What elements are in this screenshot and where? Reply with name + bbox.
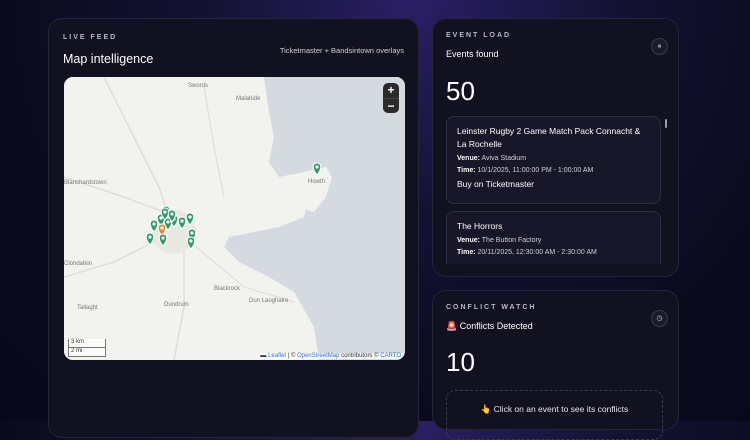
- buy-ticketmaster-link[interactable]: Buy on Ticketmaster: [457, 179, 650, 189]
- map-title: Map intelligence: [63, 52, 154, 66]
- conflict-watch-panel: CONFLICT WATCH 🚨 Conflicts Detected ◷ 10…: [432, 290, 679, 440]
- conflict-eyebrow: CONFLICT WATCH: [446, 304, 537, 311]
- event-item[interactable]: Leinster Rugby 2 Game Match Pack Connach…: [446, 116, 661, 204]
- map-pins: [145, 162, 322, 250]
- event-time: Time: 10/1/2025, 11:00:00 PM - 1:00:00 A…: [457, 167, 594, 174]
- osm-link[interactable]: OpenStreetMap: [297, 353, 339, 359]
- event-marker-icon[interactable]: [145, 232, 155, 246]
- leaflet-link[interactable]: Leaflet: [268, 353, 286, 359]
- event-load-panel: EVENT LOAD Events found ⏸ 50 Leinster Ru…: [432, 18, 679, 277]
- event-name: Leinster Rugby 2 Game Match Pack Connach…: [457, 126, 641, 149]
- event-name: The Horrors: [457, 221, 503, 231]
- event-title: Events found: [446, 49, 499, 59]
- flag-icon: ▬: [260, 353, 267, 359]
- zoom-in-button[interactable]: +: [383, 83, 399, 98]
- scale-km: 3 km: [68, 339, 106, 348]
- event-time: Time: 20/11/2025, 12:30:00 AM - 2:30:00 …: [457, 249, 597, 256]
- event-marker-icon[interactable]: [186, 236, 196, 250]
- event-marker-icon[interactable]: [312, 162, 322, 176]
- clock-icon[interactable]: ◷: [651, 310, 668, 327]
- conflict-hint: 👆 Click on an event to see its conflicts: [446, 390, 663, 440]
- event-venue: Venue: The Button Factory: [457, 237, 542, 244]
- event-list-scrollbar[interactable]: [665, 119, 667, 128]
- carto-link[interactable]: CARTO: [380, 353, 401, 359]
- event-item[interactable]: The Horrors Venue: The Button Factory Ti…: [446, 211, 661, 264]
- zoom-out-button[interactable]: −: [383, 98, 399, 114]
- event-marker-icon[interactable]: [177, 216, 187, 230]
- event-marker-icon[interactable]: [149, 219, 159, 233]
- map-eyebrow: LIVE FEED: [63, 34, 118, 41]
- attribution-text: contributors ©: [339, 353, 381, 359]
- map-panel: LIVE FEED Map intelligence Ticketmaster …: [48, 18, 419, 438]
- map-attribution: ▬ Leaflet | © OpenStreetMap contributors…: [258, 353, 403, 359]
- event-eyebrow: EVENT LOAD: [446, 32, 512, 39]
- pause-icon[interactable]: ⏸: [651, 38, 668, 55]
- conflict-title: 🚨 Conflicts Detected: [446, 321, 533, 331]
- event-marker-icon[interactable]: [158, 233, 168, 247]
- map-canvas[interactable]: Swords Malahide Howth Clondalkin Blackro…: [64, 77, 405, 360]
- scale-mi: 2 mi: [68, 348, 106, 357]
- event-venue: Venue: Aviva Stadium: [457, 155, 527, 162]
- conflict-count: 10: [446, 347, 475, 377]
- event-marker-icon[interactable]: [185, 212, 195, 226]
- event-count: 50: [446, 76, 475, 106]
- overlay-note: Ticketmaster + Bandsintown overlays: [279, 46, 404, 55]
- zoom-control: + −: [383, 83, 399, 113]
